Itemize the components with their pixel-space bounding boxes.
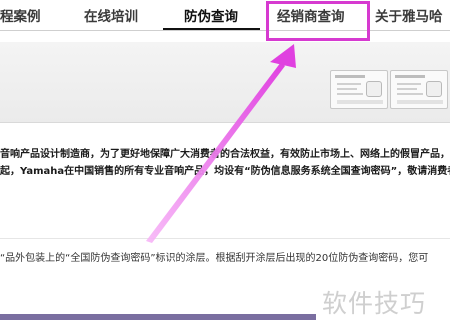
anti-counterfeit-card-image [390,70,448,109]
section-divider [0,238,450,239]
watermark-text: 软件技巧 [322,289,427,318]
content-paragraph-line-2: 起，Yamaha在中国销售的所有专业音响产品，均设有“防伪信息服务系统全国查询密… [0,166,450,177]
bottom-progress-bar [0,314,316,320]
content-paragraph-line-1: 音响产品设计制造商，为了更好地保障广大消费者的合法权益，有效防止市场上、网络上的… [0,149,450,160]
banner [0,42,450,123]
nav-divider [0,30,450,31]
content-paragraph-line-3: “品外包装上的“全国防伪查询密码”标识的涂层。根据刮开涂层后出现的20位防伪查询… [0,253,429,264]
nav-item-case-study[interactable]: 程案例 [0,5,41,29]
nav-item-about-yamaha[interactable]: 关于雅马哈 [375,5,443,29]
top-navigation: 程案例 在线培训 防伪查询 经销商查询 关于雅马哈 [0,0,450,32]
anti-counterfeit-card-image [330,70,388,109]
nav-item-anti-counterfeit-query[interactable]: 防伪查询 [184,5,238,29]
nav-item-online-training[interactable]: 在线培训 [84,5,138,29]
dealer-query-highlight-box [266,1,370,41]
